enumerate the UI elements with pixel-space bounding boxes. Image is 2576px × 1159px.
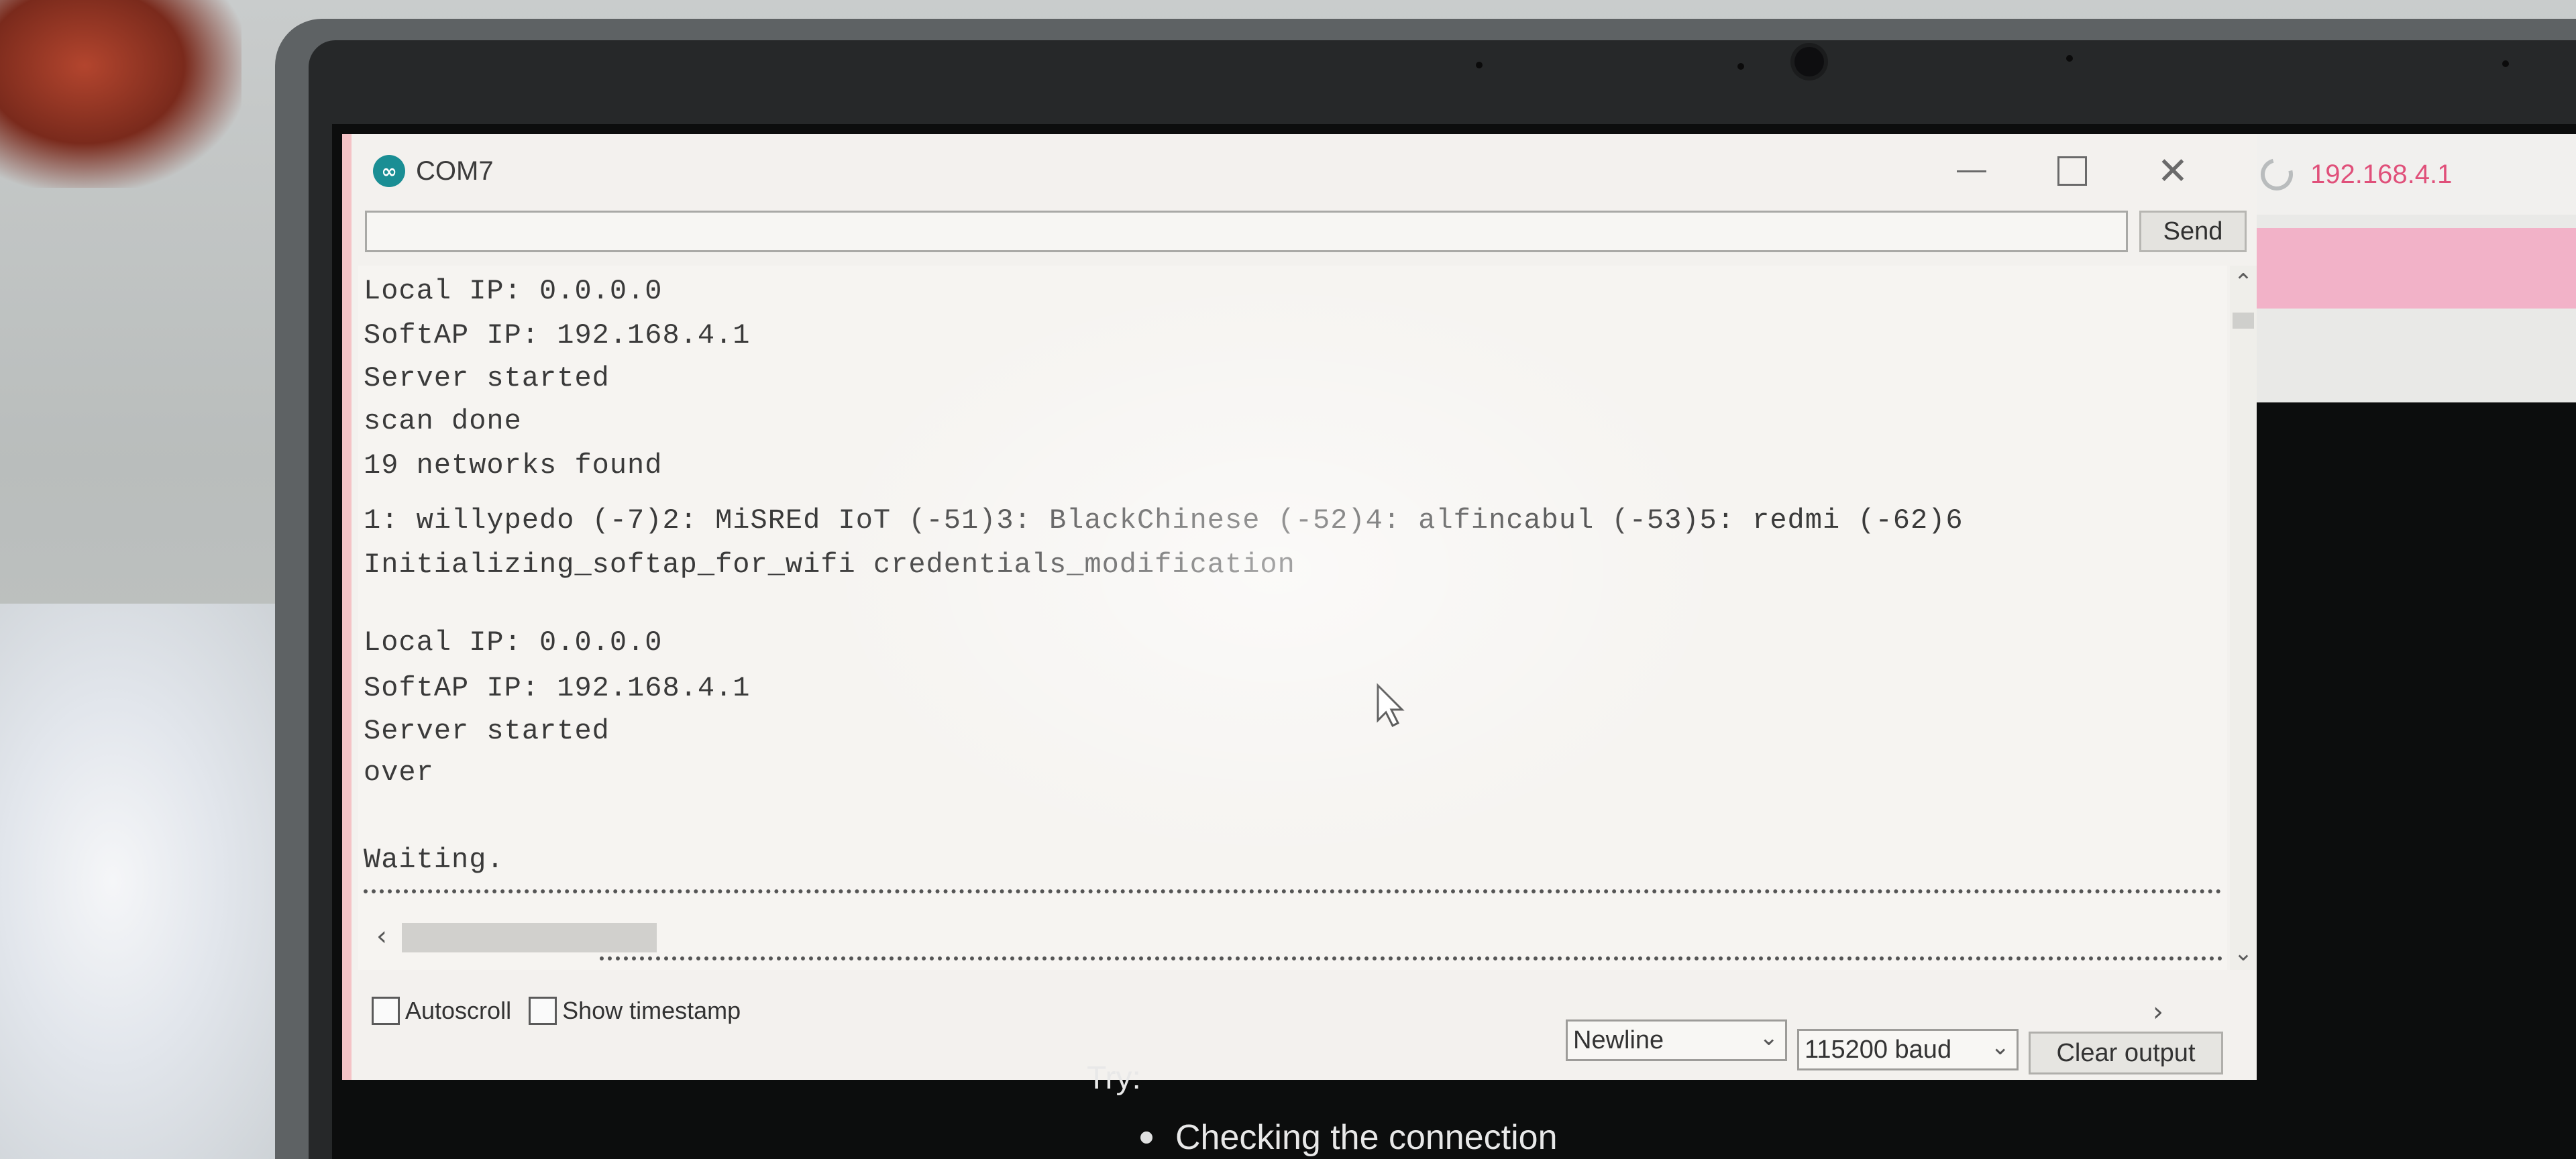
log-line: SoftAP IP: 192.168.4.1 <box>364 672 751 704</box>
background-person-blur <box>0 0 241 188</box>
log-line: Server started <box>364 715 610 747</box>
serial-monitor-window: ∞ COM7 ✕ Send Local IP: 0.0.0.0 SoftAP I… <box>342 134 2257 1080</box>
autoscroll-checkbox[interactable] <box>372 997 400 1025</box>
title-bar[interactable]: ∞ COM7 ✕ <box>352 134 2257 208</box>
send-row: Send <box>365 211 2250 259</box>
mouse-cursor-icon <box>1377 683 1405 728</box>
minimize-button[interactable] <box>1921 134 2022 208</box>
arduino-infinity-icon: ∞ <box>373 155 405 187</box>
log-line: Local IP: 0.0.0.0 <box>364 275 663 307</box>
send-button[interactable]: Send <box>2139 211 2247 252</box>
browser-pink-banner <box>2241 228 2576 309</box>
timestamp-checkbox[interactable] <box>529 997 557 1025</box>
maximize-icon <box>2057 156 2087 186</box>
suggestion-item: Checking the connection <box>1140 1117 1558 1158</box>
suggestion-text: Checking the connection <box>1175 1118 1558 1157</box>
checkbox-group: Autoscroll Show timestamp <box>372 997 758 1025</box>
bezel-sensor-dot <box>2066 55 2073 62</box>
browser-tab[interactable]: 192.168.4.1 <box>2241 134 2576 215</box>
horizontal-scrollbar[interactable]: ‹ <box>365 918 2230 955</box>
scrollbar-thumb[interactable] <box>2233 313 2254 329</box>
log-line: Initializing_softap_for_wifi credentials… <box>364 549 1295 581</box>
browser-tab-title: 192.168.4.1 <box>2310 159 2453 189</box>
timestamp-label: Show timestamp <box>562 997 741 1024</box>
send-input[interactable] <box>365 211 2128 252</box>
loading-spinner-icon <box>2255 152 2299 197</box>
log-line: Server started <box>364 362 610 394</box>
minimize-icon <box>1957 170 1986 172</box>
scrollbar-thumb[interactable] <box>402 923 657 952</box>
bottom-bar: Autoscroll Show timestamp › Newline ⌄ 11… <box>352 970 2257 1080</box>
log-line: scan done <box>364 405 522 437</box>
autoscroll-label: Autoscroll <box>405 997 512 1024</box>
bezel-sensor-dot <box>2502 60 2509 67</box>
clear-output-button[interactable]: Clear output <box>2029 1032 2223 1074</box>
bullet-icon <box>1140 1132 1152 1144</box>
baud-rate-value: 115200 baud <box>1805 1035 1952 1064</box>
baud-rate-select[interactable]: 115200 baud ⌄ <box>1797 1029 2019 1070</box>
try-label: Try: <box>1087 1060 1141 1096</box>
log-line: Local IP: 0.0.0.0 <box>364 626 663 659</box>
chevron-left-icon[interactable]: ‹ <box>365 918 398 955</box>
bezel-sensor-dot <box>1476 62 1483 68</box>
maximize-button[interactable] <box>2022 134 2123 208</box>
window-title: COM7 <box>416 156 494 186</box>
log-line: 1: willypedo (-7)2: MiSREd IoT (-51)3: B… <box>364 504 1964 537</box>
chevron-down-icon[interactable]: ⌄ <box>2230 936 2257 970</box>
serial-output[interactable]: Local IP: 0.0.0.0 SoftAP IP: 192.168.4.1… <box>358 266 2227 970</box>
webcam <box>1794 47 1824 76</box>
chevron-up-icon[interactable]: ⌃ <box>2230 266 2257 299</box>
plastic-bag-blur <box>0 604 282 1159</box>
log-line: SoftAP IP: 192.168.4.1 <box>364 319 751 351</box>
waiting-dots-row <box>364 889 2222 893</box>
log-line: Waiting. <box>364 844 504 876</box>
chevron-right-icon[interactable]: › <box>2153 997 2163 1028</box>
chevron-down-icon: ⌄ <box>1759 1025 1779 1050</box>
line-ending-select[interactable]: Newline ⌄ <box>1566 1019 1787 1061</box>
close-icon: ✕ <box>2157 149 2189 193</box>
log-line: over <box>364 757 434 789</box>
bezel-sensor-dot <box>1737 63 1744 70</box>
waiting-dots-row <box>600 956 2223 960</box>
chevron-down-icon: ⌄ <box>1990 1034 2010 1060</box>
close-button[interactable]: ✕ <box>2123 134 2223 208</box>
log-line: 19 networks found <box>364 449 663 482</box>
line-ending-value: Newline <box>1573 1026 1664 1054</box>
vertical-scrollbar[interactable]: ⌃ ⌄ <box>2230 266 2257 970</box>
